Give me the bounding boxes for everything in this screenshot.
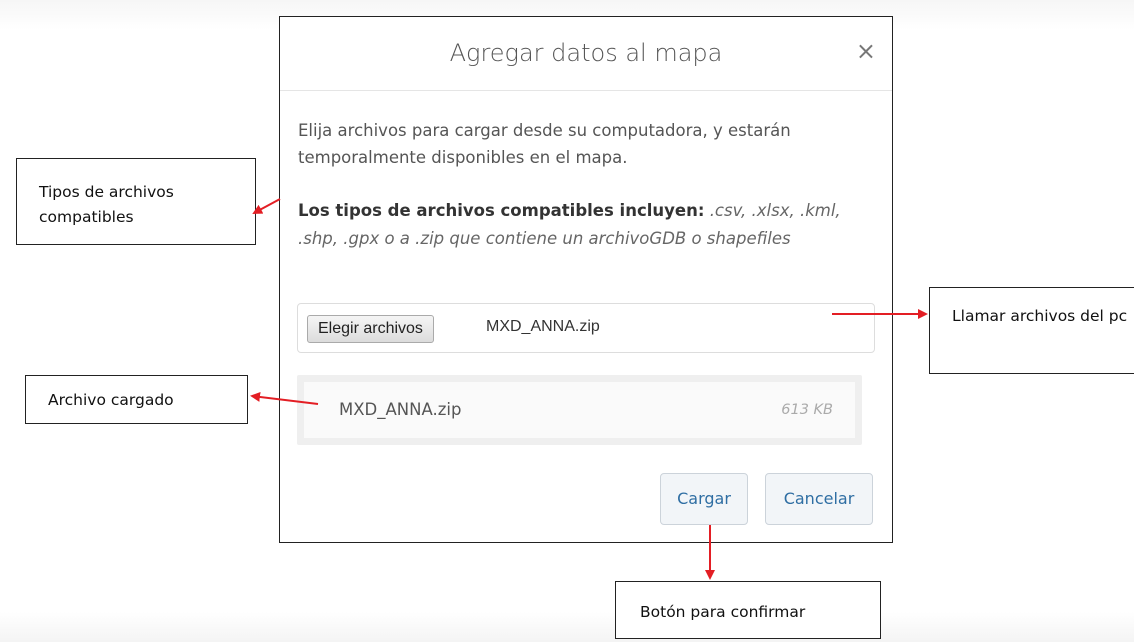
arrow-file-types — [252, 198, 281, 214]
annotation-arrows — [250, 198, 928, 580]
arrow-loaded-file — [250, 391, 319, 405]
